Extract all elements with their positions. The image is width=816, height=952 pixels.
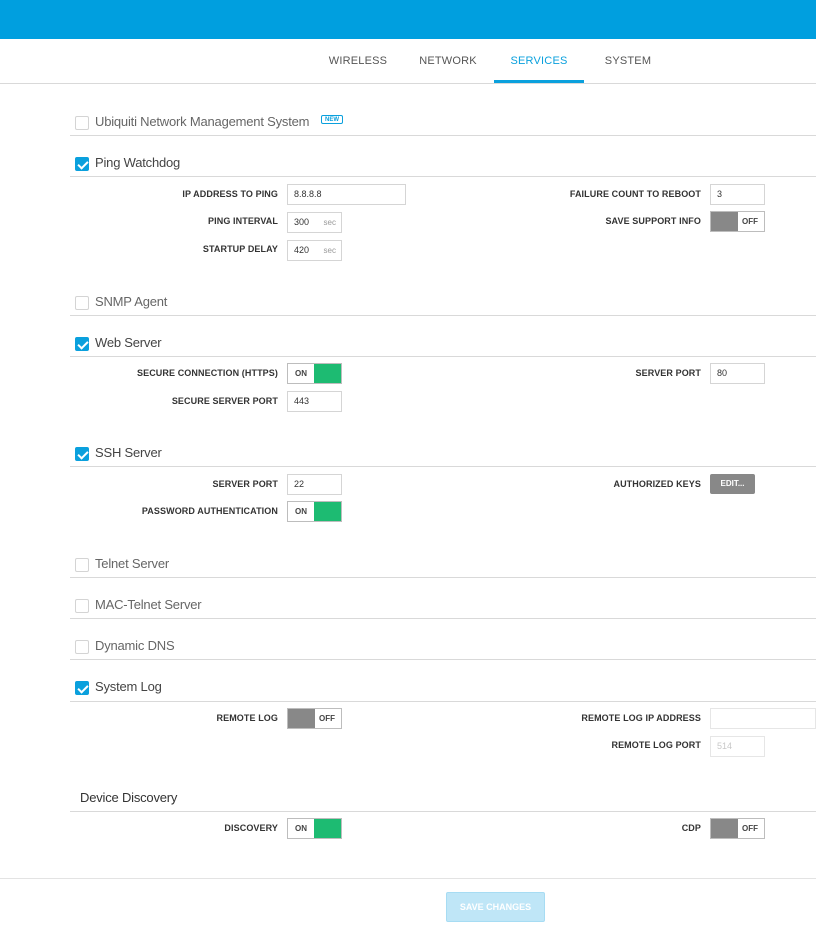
section-divider <box>70 618 816 619</box>
ssh-port-input[interactable]: 22 <box>287 474 342 495</box>
save-support-info-toggle[interactable]: OFF <box>710 211 765 232</box>
ssh-port-label: SERVER PORT <box>212 479 278 489</box>
remote-log-port-value: 514 <box>717 741 733 751</box>
password-auth-label: PASSWORD AUTHENTICATION <box>141 506 278 516</box>
section-divider <box>70 659 816 660</box>
unit-label: sec <box>323 246 336 255</box>
remote-log-ip-label: REMOTE LOG IP ADDRESS <box>581 713 701 723</box>
mac-telnet-title: MAC-Telnet Server <box>95 597 202 612</box>
startup-delay-value: 420 <box>294 245 310 255</box>
telnet-title: Telnet Server <box>95 556 169 571</box>
ping-interval-input[interactable]: 300 sec <box>287 212 342 233</box>
toggle-knob <box>314 819 341 838</box>
failure-count-value: 3 <box>717 189 723 199</box>
failure-count-input[interactable]: 3 <box>710 184 765 205</box>
tab-network[interactable]: NETWORK <box>408 39 488 83</box>
mac-telnet-checkbox[interactable] <box>75 599 89 613</box>
section-divider <box>70 176 816 177</box>
remote-log-label: REMOTE LOG <box>216 713 278 723</box>
secure-server-port-label: SECURE SERVER PORT <box>171 396 278 406</box>
section-divider <box>70 135 816 136</box>
snmp-checkbox[interactable] <box>75 296 89 310</box>
secure-server-port-value: 443 <box>294 396 310 406</box>
secure-server-port-input[interactable]: 443 <box>287 391 342 412</box>
https-label: SECURE CONNECTION (HTTPS) <box>136 368 278 378</box>
remote-log-ip-input[interactable] <box>710 708 816 729</box>
tab-services[interactable]: SERVICES <box>494 39 584 83</box>
new-badge: NEW <box>321 115 343 124</box>
web-server-title: Web Server <box>95 335 162 350</box>
ping-interval-label: PING INTERVAL <box>208 216 278 226</box>
toggle-state: OFF <box>742 217 758 226</box>
web-server-port-label: SERVER PORT <box>635 368 701 378</box>
section-divider <box>70 811 816 812</box>
toggle-state: ON <box>295 824 307 833</box>
ip-to-ping-label: IP ADDRESS TO PING <box>182 189 278 199</box>
system-log-checkbox[interactable] <box>75 681 89 695</box>
toggle-state: ON <box>295 507 307 516</box>
toggle-knob <box>711 212 738 231</box>
main-tabs: WIRELESS NETWORK SERVICES SYSTEM <box>0 39 816 84</box>
section-divider <box>70 701 816 702</box>
section-divider <box>70 315 816 316</box>
footer-divider <box>0 878 816 879</box>
cdp-toggle[interactable]: OFF <box>710 818 765 839</box>
ssh-port-value: 22 <box>294 479 305 489</box>
top-header-bar <box>0 0 816 39</box>
web-server-port-input[interactable]: 80 <box>710 363 765 384</box>
dynamic-dns-checkbox[interactable] <box>75 640 89 654</box>
cdp-label: CDP <box>681 823 701 833</box>
failure-count-label: FAILURE COUNT TO REBOOT <box>569 189 701 199</box>
toggle-knob <box>314 364 341 383</box>
unit-label: sec <box>323 218 336 227</box>
dynamic-dns-title: Dynamic DNS <box>95 638 175 653</box>
tab-wireless[interactable]: WIRELESS <box>318 39 398 83</box>
device-discovery-title: Device Discovery <box>80 790 178 805</box>
toggle-state: ON <box>295 369 307 378</box>
nms-checkbox[interactable] <box>75 116 89 130</box>
remote-log-port-input[interactable]: 514 <box>710 736 765 757</box>
web-server-checkbox[interactable] <box>75 337 89 351</box>
section-divider <box>70 356 816 357</box>
web-server-port-value: 80 <box>717 368 728 378</box>
telnet-checkbox[interactable] <box>75 558 89 572</box>
password-auth-toggle[interactable]: ON <box>287 501 342 522</box>
system-log-title: System Log <box>95 679 162 694</box>
ssh-server-checkbox[interactable] <box>75 447 89 461</box>
ssh-server-title: SSH Server <box>95 445 162 460</box>
startup-delay-input[interactable]: 420 sec <box>287 240 342 261</box>
ip-to-ping-value: 8.8.8.8 <box>294 189 322 199</box>
startup-delay-label: STARTUP DELAY <box>202 244 278 254</box>
ping-watchdog-checkbox[interactable] <box>75 157 89 171</box>
toggle-knob <box>711 819 738 838</box>
toggle-knob <box>314 502 341 521</box>
discovery-toggle[interactable]: ON <box>287 818 342 839</box>
toggle-state: OFF <box>319 714 335 723</box>
tab-system[interactable]: SYSTEM <box>588 39 668 83</box>
section-divider <box>70 466 816 467</box>
ip-to-ping-input[interactable]: 8.8.8.8 <box>287 184 406 205</box>
nms-section-title: Ubiquiti Network Management System <box>95 114 310 129</box>
https-toggle[interactable]: ON <box>287 363 342 384</box>
section-divider <box>70 577 816 578</box>
save-support-info-label: SAVE SUPPORT INFO <box>605 216 701 226</box>
remote-log-port-label: REMOTE LOG PORT <box>611 740 701 750</box>
discovery-label: DISCOVERY <box>224 823 278 833</box>
save-changes-button[interactable]: SAVE CHANGES <box>446 892 545 922</box>
snmp-title: SNMP Agent <box>95 294 168 309</box>
edit-keys-button[interactable]: EDIT... <box>710 474 755 494</box>
toggle-knob <box>288 709 315 728</box>
ping-watchdog-title: Ping Watchdog <box>95 155 181 170</box>
remote-log-toggle[interactable]: OFF <box>287 708 342 729</box>
toggle-state: OFF <box>742 824 758 833</box>
authorized-keys-label: AUTHORIZED KEYS <box>613 479 701 489</box>
ping-interval-value: 300 <box>294 217 310 227</box>
